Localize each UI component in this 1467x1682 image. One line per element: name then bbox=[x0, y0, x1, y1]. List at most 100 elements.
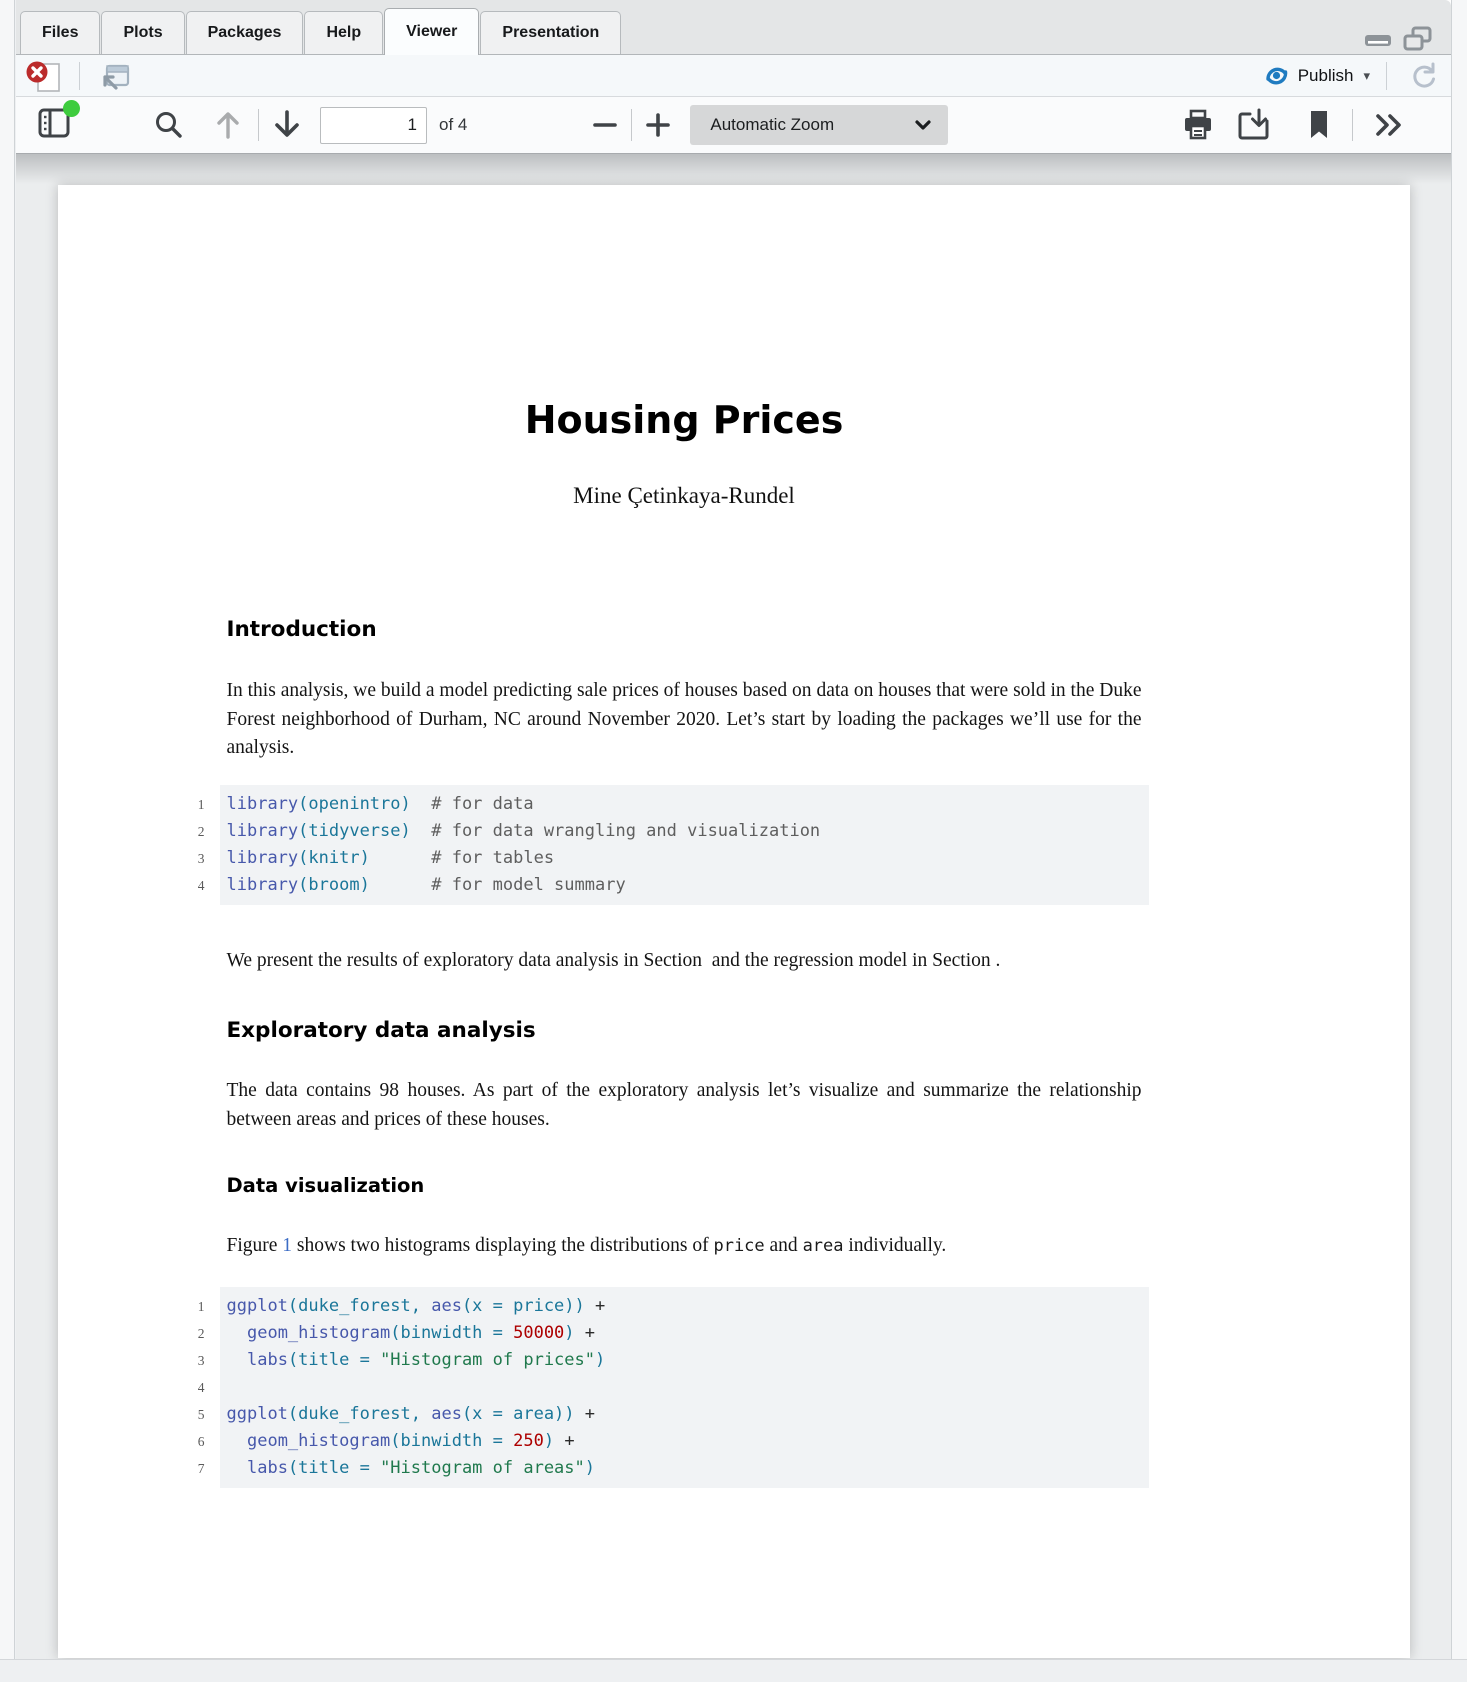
more-tools-button[interactable] bbox=[1372, 110, 1406, 140]
minimize-icon bbox=[1364, 29, 1393, 49]
maximize-icon bbox=[1402, 26, 1433, 52]
refresh-icon bbox=[1409, 61, 1439, 91]
line-number: 1 bbox=[183, 1293, 205, 1320]
tab-presentation[interactable]: Presentation bbox=[480, 11, 621, 54]
code-line: 7 labs(title = "Histogram of areas") bbox=[220, 1455, 1149, 1482]
tab-label: Presentation bbox=[502, 24, 599, 42]
code-text: geom_histogram(binwidth = 250) + bbox=[227, 1428, 575, 1455]
code-line: 1library(openintro) # for data bbox=[220, 791, 1149, 818]
code-text: library(tidyverse) # for data wrangling … bbox=[227, 818, 821, 845]
tab-label: Viewer bbox=[406, 23, 457, 41]
zoom-in-button[interactable] bbox=[643, 110, 673, 140]
line-number: 4 bbox=[183, 872, 205, 899]
find-button[interactable] bbox=[153, 109, 185, 141]
pane-window-buttons bbox=[1364, 26, 1433, 52]
publish-dropdown-caret[interactable]: ▾ bbox=[1363, 68, 1370, 84]
code-line: 4 bbox=[220, 1374, 1149, 1401]
pop-out-icon bbox=[98, 61, 130, 91]
pdf-viewer-area[interactable]: Housing Prices Mine Çetinkaya-Rundel Int… bbox=[16, 154, 1451, 1659]
plus-icon bbox=[643, 110, 673, 140]
chevron-down-icon bbox=[912, 114, 934, 136]
heading-eda: Exploratory data analysis bbox=[227, 1018, 1142, 1043]
minus-icon bbox=[590, 110, 620, 140]
page-number-input[interactable] bbox=[320, 107, 427, 144]
line-number: 3 bbox=[183, 845, 205, 872]
publish-label: Publish bbox=[1298, 66, 1354, 86]
tab-label: Plots bbox=[123, 24, 162, 42]
pdf-page-1: Housing Prices Mine Çetinkaya-Rundel Int… bbox=[58, 185, 1410, 1658]
text-run: individually. bbox=[844, 1235, 947, 1256]
code-text: ggplot(duke_forest, aes(x = area)) + bbox=[227, 1401, 596, 1428]
text-run: shows two histograms displaying the dist… bbox=[292, 1235, 713, 1256]
viewer-pane: Files Plots Packages Help Viewer Presentation bbox=[16, 0, 1451, 1659]
print-button[interactable] bbox=[1181, 108, 1215, 142]
bookmark-icon bbox=[1307, 109, 1331, 141]
zoom-out-button[interactable] bbox=[590, 110, 620, 140]
document-title: Housing Prices bbox=[227, 185, 1142, 443]
previous-page-button[interactable] bbox=[215, 109, 241, 141]
tab-label: Files bbox=[42, 24, 78, 42]
next-page-button[interactable] bbox=[272, 108, 302, 142]
toolbar-separator bbox=[1352, 109, 1353, 141]
page-up-icon bbox=[215, 109, 241, 141]
left-pane-edge bbox=[0, 0, 15, 1659]
code-block-libraries: 1library(openintro) # for data2library(t… bbox=[220, 785, 1149, 905]
line-number: 3 bbox=[183, 1347, 205, 1374]
code-line: 3 labs(title = "Histogram of prices") bbox=[220, 1347, 1149, 1374]
save-document-button[interactable] bbox=[1236, 108, 1272, 142]
intro-paragraph: In this analysis, we build a model predi… bbox=[227, 677, 1142, 763]
publish-icon bbox=[1263, 64, 1290, 87]
zoom-select[interactable]: Automatic Zoom bbox=[690, 105, 948, 145]
maximize-pane-button[interactable] bbox=[1402, 26, 1433, 52]
refresh-button[interactable] bbox=[1409, 61, 1439, 91]
code-text: ggplot(duke_forest, aes(x = price)) + bbox=[227, 1293, 606, 1320]
tab-files[interactable]: Files bbox=[20, 11, 100, 54]
figure-1-link[interactable]: 1 bbox=[282, 1235, 292, 1256]
line-number: 7 bbox=[183, 1455, 205, 1482]
code-block-ggplot: 1ggplot(duke_forest, aes(x = price)) +2 … bbox=[220, 1287, 1149, 1488]
post-code-paragraph: We present the results of exploratory da… bbox=[227, 947, 1142, 976]
bookmark-button[interactable] bbox=[1307, 109, 1331, 141]
toolbar-separator bbox=[631, 109, 632, 141]
tab-viewer[interactable]: Viewer bbox=[384, 8, 479, 55]
pdf-toolbar: of 4 Automatic Zoom bbox=[16, 97, 1451, 154]
code-line: 2 geom_histogram(binwidth = 50000) + bbox=[220, 1320, 1149, 1347]
code-text: library(knitr) # for tables bbox=[227, 845, 555, 872]
line-number: 2 bbox=[183, 1320, 205, 1347]
code-text: library(broom) # for model summary bbox=[227, 872, 626, 899]
eda-paragraph: The data contains 98 houses. As part of … bbox=[227, 1077, 1142, 1134]
code-line: 2library(tidyverse) # for data wrangling… bbox=[220, 818, 1149, 845]
line-number: 2 bbox=[183, 818, 205, 845]
toolbar-separator bbox=[1386, 62, 1387, 90]
search-icon bbox=[153, 109, 185, 141]
code-line: 3library(knitr) # for tables bbox=[220, 845, 1149, 872]
tab-plots[interactable]: Plots bbox=[101, 11, 184, 54]
code-line: 5ggplot(duke_forest, aes(x = area)) + bbox=[220, 1401, 1149, 1428]
line-number: 4 bbox=[183, 1374, 205, 1401]
tab-packages[interactable]: Packages bbox=[186, 11, 304, 54]
tab-help[interactable]: Help bbox=[304, 11, 383, 54]
rstudio-viewer-window: Files Plots Packages Help Viewer Presentation bbox=[0, 0, 1467, 1682]
stop-button[interactable] bbox=[25, 59, 63, 93]
publish-button[interactable]: Publish bbox=[1263, 64, 1354, 87]
minimize-pane-button[interactable] bbox=[1364, 29, 1393, 49]
toolbar-separator bbox=[258, 109, 259, 141]
code-text: labs(title = "Histogram of prices") bbox=[227, 1347, 606, 1374]
tab-label: Packages bbox=[208, 24, 282, 42]
window-bottom-edge bbox=[0, 1659, 1467, 1682]
text-run: and bbox=[765, 1235, 803, 1256]
sidebar-notification-dot bbox=[63, 100, 80, 117]
download-icon bbox=[1236, 108, 1272, 142]
code-text: library(openintro) # for data bbox=[227, 791, 534, 818]
pop-out-button[interactable] bbox=[98, 61, 130, 91]
page-down-icon bbox=[272, 108, 302, 142]
viewer-toolbar-right: Publish ▾ bbox=[1263, 61, 1439, 91]
double-chevron-right-icon bbox=[1372, 110, 1406, 140]
page-count-label: of 4 bbox=[439, 115, 467, 135]
print-icon bbox=[1181, 108, 1215, 142]
document-author: Mine Çetinkaya-Rundel bbox=[227, 481, 1142, 511]
document-content: Housing Prices Mine Çetinkaya-Rundel Int… bbox=[58, 185, 1142, 1488]
code-line: 6 geom_histogram(binwidth = 250) + bbox=[220, 1428, 1149, 1455]
inline-code: area bbox=[803, 1236, 844, 1256]
stop-icon bbox=[25, 59, 63, 93]
